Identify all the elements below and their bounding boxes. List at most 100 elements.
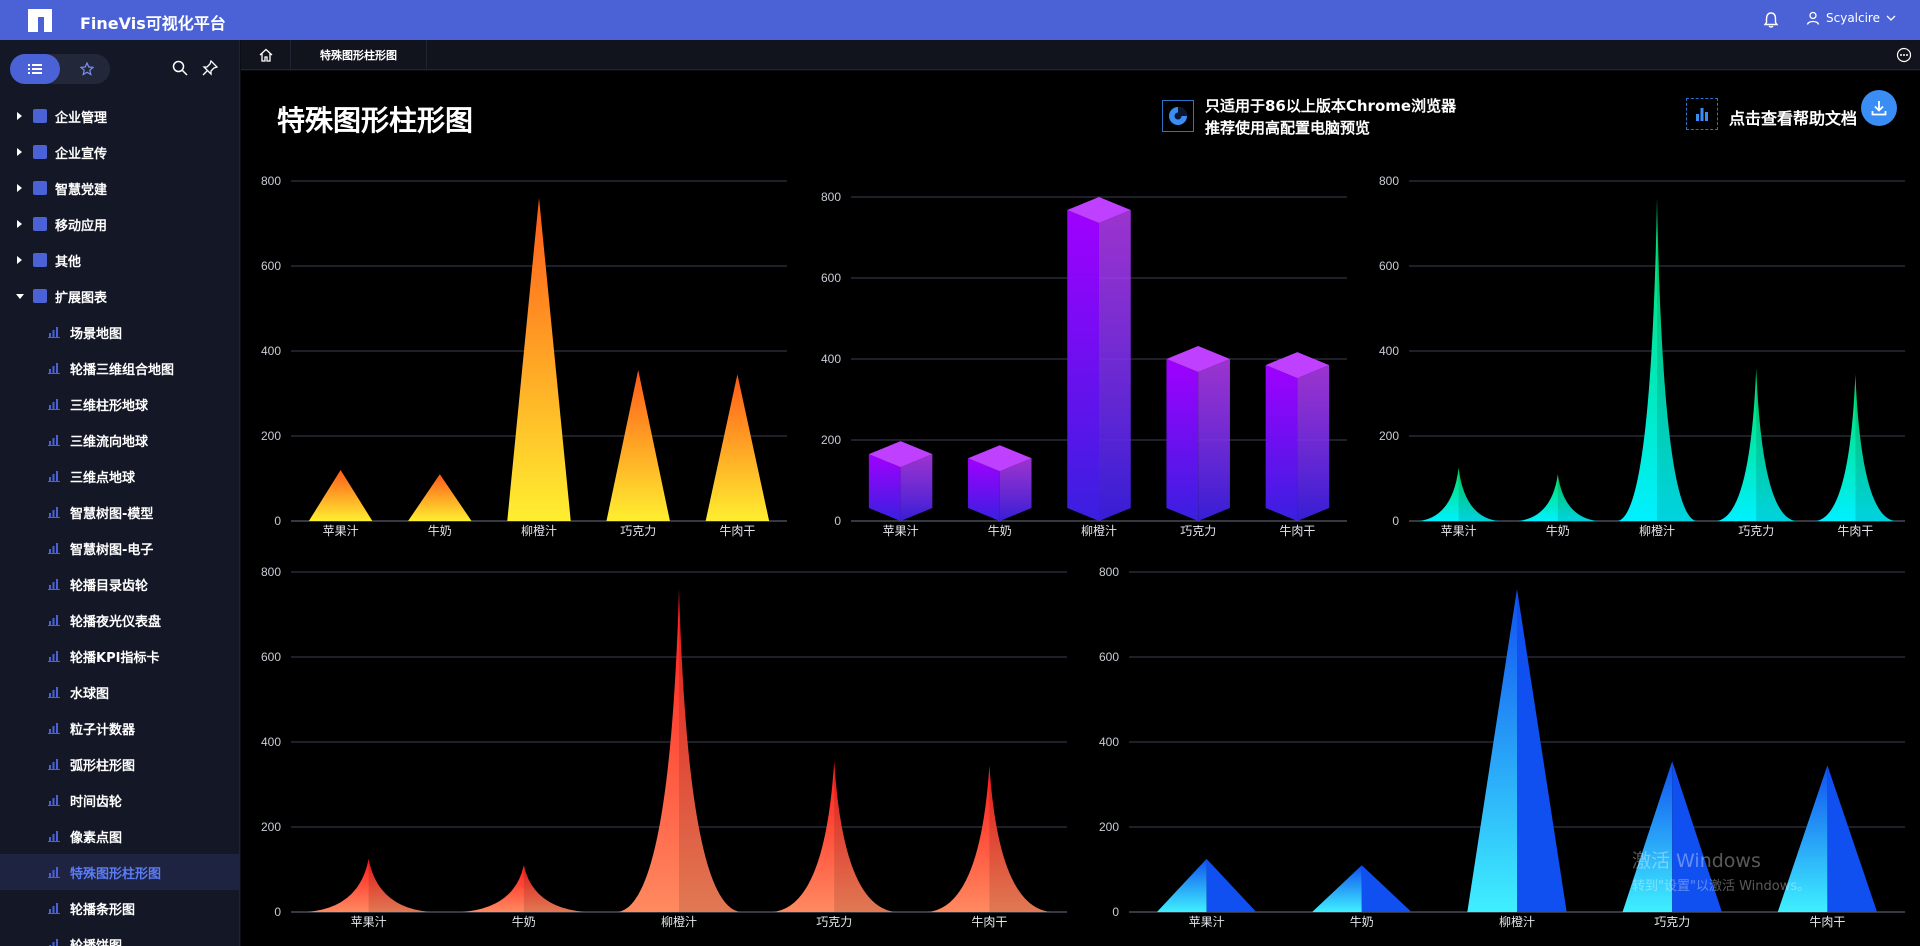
bar-chart-icon bbox=[48, 506, 60, 518]
category-icon bbox=[33, 217, 47, 231]
sidebar-item[interactable]: 场景地图 bbox=[0, 314, 239, 350]
search-icon[interactable] bbox=[172, 60, 188, 76]
bar-牛奶[interactable] bbox=[1312, 865, 1412, 912]
bar-chart-icon bbox=[48, 902, 60, 914]
caret-right-icon bbox=[17, 256, 22, 264]
bar-巧克力[interactable] bbox=[606, 370, 670, 521]
bar-苹果汁[interactable] bbox=[308, 470, 373, 521]
bar-柳橙汁[interactable] bbox=[1467, 589, 1567, 912]
y-tick-label: 800 bbox=[261, 565, 281, 579]
sidebar-item-label: 轮播饼图 bbox=[70, 938, 123, 946]
bar-牛奶[interactable] bbox=[461, 865, 586, 912]
bar-柳橙汁[interactable] bbox=[507, 198, 571, 521]
y-tick-label: 600 bbox=[821, 271, 841, 285]
x-tick-label: 苹果汁 bbox=[1189, 915, 1225, 929]
chart-cube-bars: 0 200 400 600 800 苹果汁 牛奶 柳橙汁 巧克力 牛肉干 bbox=[801, 161, 1359, 546]
app-title: FineVis可视化平台 bbox=[80, 14, 226, 33]
sidebar-item[interactable]: 弧形柱形图 bbox=[0, 746, 239, 782]
x-tick-label: 柳橙汁 bbox=[1081, 523, 1117, 538]
bar-苹果汁[interactable] bbox=[306, 858, 431, 912]
sidebar-item[interactable]: 三维柱形地球 bbox=[0, 386, 239, 422]
category-icon bbox=[33, 181, 47, 195]
bar-chart-icon bbox=[48, 758, 60, 770]
sidebar-item[interactable]: 轮播条形图 bbox=[0, 890, 239, 926]
bar-苹果汁[interactable] bbox=[1156, 858, 1257, 912]
sidebar-item[interactable]: 智慧树图-模型 bbox=[0, 494, 239, 530]
list-view-button[interactable] bbox=[10, 54, 60, 84]
x-tick-label: 牛奶 bbox=[428, 523, 452, 538]
sidebar-item[interactable]: 粒子计数器 bbox=[0, 710, 239, 746]
bar-苹果汁[interactable] bbox=[868, 441, 933, 521]
y-tick-label: 400 bbox=[821, 352, 841, 366]
x-tick-label: 牛奶 bbox=[1350, 914, 1374, 929]
sidebar-item[interactable]: 智慧树图-电子 bbox=[0, 530, 239, 566]
bar-牛奶[interactable] bbox=[968, 445, 1032, 521]
sidebar-category[interactable]: 扩展图表 bbox=[0, 278, 239, 314]
sidebar-category[interactable]: 企业管理 bbox=[0, 98, 239, 134]
tab-current[interactable]: 特殊图形柱形图 bbox=[291, 40, 427, 70]
bar-巧克力[interactable] bbox=[1166, 346, 1230, 521]
sidebar-category-label: 移动应用 bbox=[55, 218, 108, 234]
sidebar-category-label: 扩展图表 bbox=[55, 290, 108, 306]
sidebar-item[interactable]: 轮播夜光仪表盘 bbox=[0, 602, 239, 638]
favorites-button[interactable] bbox=[72, 54, 102, 84]
bar-牛肉干[interactable] bbox=[1815, 374, 1896, 521]
y-tick-label: 400 bbox=[261, 735, 281, 749]
y-tick-label: 800 bbox=[821, 190, 841, 204]
pin-icon[interactable] bbox=[202, 60, 218, 76]
bar-chart-icon bbox=[48, 542, 60, 554]
bar-牛肉干[interactable] bbox=[705, 374, 770, 521]
bar-牛肉干[interactable] bbox=[927, 765, 1052, 912]
x-tick-label: 牛肉干 bbox=[1837, 523, 1873, 538]
y-tick-label: 400 bbox=[261, 344, 281, 358]
sidebar-item[interactable]: 三维点地球 bbox=[0, 458, 239, 494]
bar-chart-icon bbox=[48, 686, 60, 698]
sidebar-category[interactable]: 企业宣传 bbox=[0, 134, 239, 170]
sidebar-item-label: 轮播条形图 bbox=[70, 902, 136, 918]
sidebar-item[interactable]: 像素点图 bbox=[0, 818, 239, 854]
x-tick-label: 柳橙汁 bbox=[1499, 914, 1535, 929]
bar-牛肉干[interactable] bbox=[1265, 352, 1330, 521]
more-options-icon[interactable] bbox=[1896, 47, 1912, 63]
bar-chart-icon bbox=[48, 434, 60, 446]
bar-柳橙汁[interactable] bbox=[616, 589, 742, 912]
bar-巧克力[interactable] bbox=[772, 761, 897, 912]
finevis-logo-icon[interactable] bbox=[26, 7, 54, 34]
x-tick-label: 牛奶 bbox=[512, 914, 536, 929]
notice-line-2: 推荐使用高配置电脑预览 bbox=[1205, 119, 1371, 137]
bar-柳橙汁[interactable] bbox=[1067, 197, 1131, 521]
bar-chart-icon bbox=[48, 614, 60, 626]
download-button[interactable] bbox=[1861, 90, 1897, 126]
y-tick-label: 0 bbox=[1392, 514, 1399, 528]
caret-right-icon bbox=[17, 112, 22, 120]
sidebar: 企业管理 企业宣传 智慧党建移动应用其他扩展图表场景地图 轮播三维组合地图 三维柱形地球… bbox=[0, 40, 240, 946]
sidebar-item[interactable]: 水球图 bbox=[0, 674, 239, 710]
sidebar-item[interactable]: 轮播目录齿轮 bbox=[0, 566, 239, 602]
sidebar-item[interactable]: 轮播KPI指标卡 bbox=[0, 638, 239, 674]
bar-柳橙汁[interactable] bbox=[1617, 198, 1697, 521]
home-tab[interactable] bbox=[241, 40, 291, 70]
sidebar-category[interactable]: 其他 bbox=[0, 242, 239, 278]
sidebar-category[interactable]: 智慧党建 bbox=[0, 170, 239, 206]
bar-牛奶[interactable] bbox=[1518, 474, 1598, 521]
sidebar-item-label: 智慧树图-模型 bbox=[70, 506, 154, 522]
sidebar-item[interactable]: 轮播饼图 bbox=[0, 926, 239, 946]
x-tick-label: 牛肉干 bbox=[971, 914, 1007, 929]
bar-chart-icon bbox=[48, 362, 60, 374]
bar-巧克力[interactable] bbox=[1716, 368, 1796, 521]
sidebar-item[interactable]: 轮播三维组合地图 bbox=[0, 350, 239, 386]
bar-苹果汁[interactable] bbox=[1418, 467, 1499, 521]
x-tick-label: 牛肉干 bbox=[1809, 914, 1845, 929]
sidebar-item[interactable]: 三维流向地球 bbox=[0, 422, 239, 458]
tab-bar: 特殊图形柱形图 bbox=[241, 40, 1920, 70]
bar-牛奶[interactable] bbox=[408, 474, 472, 521]
list-icon bbox=[28, 64, 42, 74]
sidebar-category[interactable]: 移动应用 bbox=[0, 206, 239, 242]
sidebar-item[interactable]: 特殊图形柱形图 bbox=[0, 854, 239, 890]
sidebar-item[interactable]: 时间齿轮 bbox=[0, 782, 239, 818]
bar-chart-icon bbox=[49, 938, 58, 946]
bell-icon[interactable] bbox=[1762, 11, 1780, 29]
chart-peak-bars-red: 0 200 400 600 800 苹果汁 牛奶 柳橙汁 巧克力 牛肉干 bbox=[241, 552, 1079, 942]
username: Scyalcire bbox=[1826, 11, 1880, 25]
user-menu[interactable]: Scyalcire bbox=[1806, 11, 1896, 25]
